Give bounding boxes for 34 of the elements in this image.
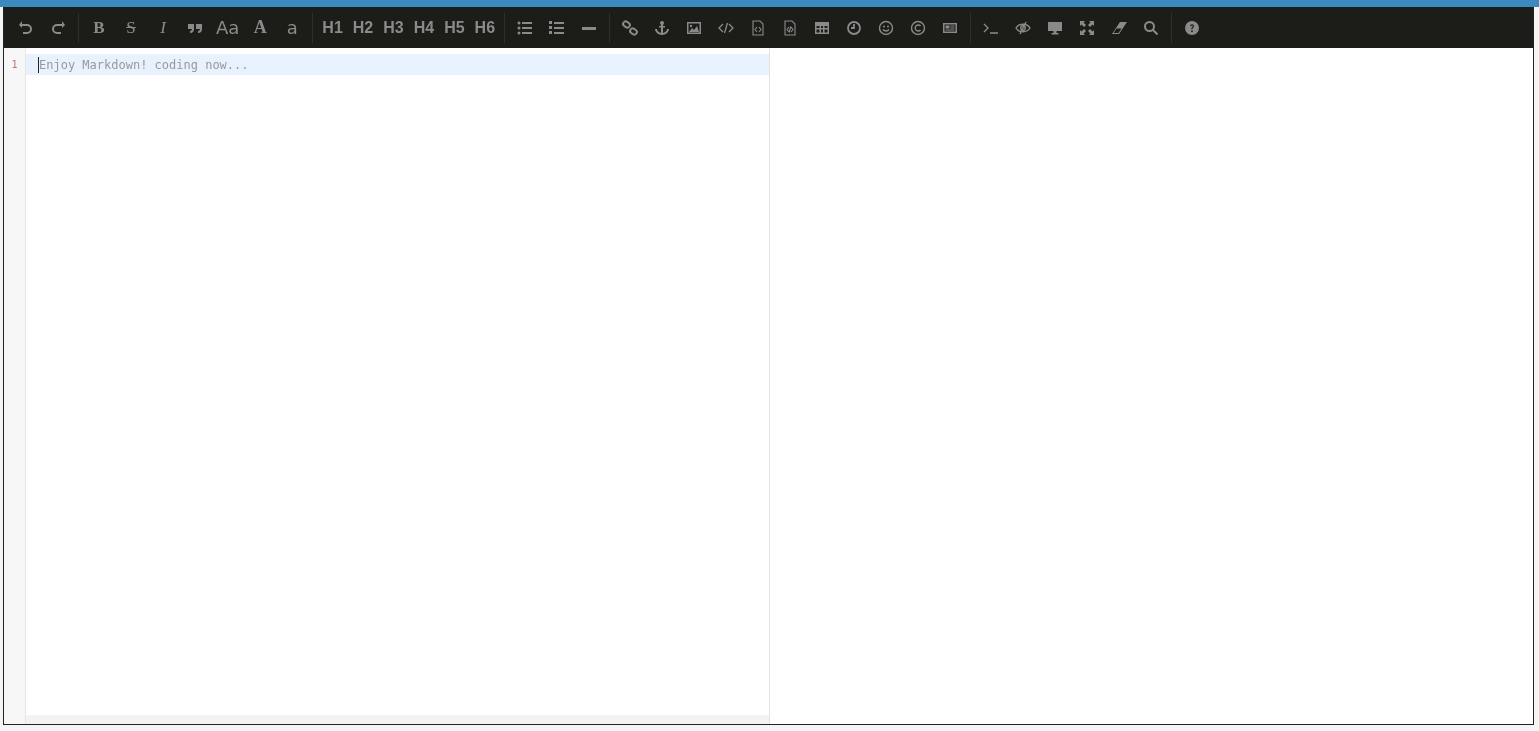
format-button[interactable]: I xyxy=(148,13,178,42)
code-file-icon[interactable] xyxy=(782,19,799,36)
eraser-icon[interactable] xyxy=(1111,19,1128,36)
clock-icon[interactable] xyxy=(846,19,863,36)
link-icon[interactable] xyxy=(622,19,639,36)
format-button[interactable]: H1 xyxy=(318,13,347,42)
format-button[interactable]: H2 xyxy=(348,13,378,42)
format-button[interactable]: Aa xyxy=(212,13,244,42)
format-button[interactable]: H6 xyxy=(470,13,500,42)
image-icon[interactable] xyxy=(686,19,703,36)
redo-icon[interactable] xyxy=(50,19,66,36)
text-cursor xyxy=(38,56,39,73)
format-button[interactable]: A xyxy=(245,13,276,42)
format-button[interactable]: a xyxy=(277,13,308,42)
anchor-icon[interactable] xyxy=(654,19,671,36)
help-icon[interactable] xyxy=(1184,19,1201,36)
fullscreen-icon[interactable] xyxy=(1079,19,1096,36)
code-file-icon[interactable] xyxy=(750,19,767,36)
format-button[interactable]: B xyxy=(84,13,114,42)
table-icon[interactable] xyxy=(814,19,831,36)
search-icon[interactable] xyxy=(1143,19,1160,36)
eye-slash-icon[interactable] xyxy=(1015,19,1032,36)
line-number: 1 xyxy=(10,58,19,72)
numbered-list-icon[interactable] xyxy=(549,19,566,36)
format-button[interactable]: H4 xyxy=(409,13,439,42)
format-button[interactable]: H5 xyxy=(440,13,469,42)
format-button[interactable]: H3 xyxy=(379,13,408,42)
undo-icon[interactable] xyxy=(18,19,34,36)
monitor-icon[interactable] xyxy=(1047,19,1064,36)
format-button[interactable]: S xyxy=(116,13,146,42)
copyright-icon[interactable] xyxy=(910,19,927,36)
editor-placeholder: Enjoy Markdown! coding now... xyxy=(39,57,249,72)
bullet-list-icon[interactable] xyxy=(517,19,534,36)
smiley-icon[interactable] xyxy=(878,19,895,36)
